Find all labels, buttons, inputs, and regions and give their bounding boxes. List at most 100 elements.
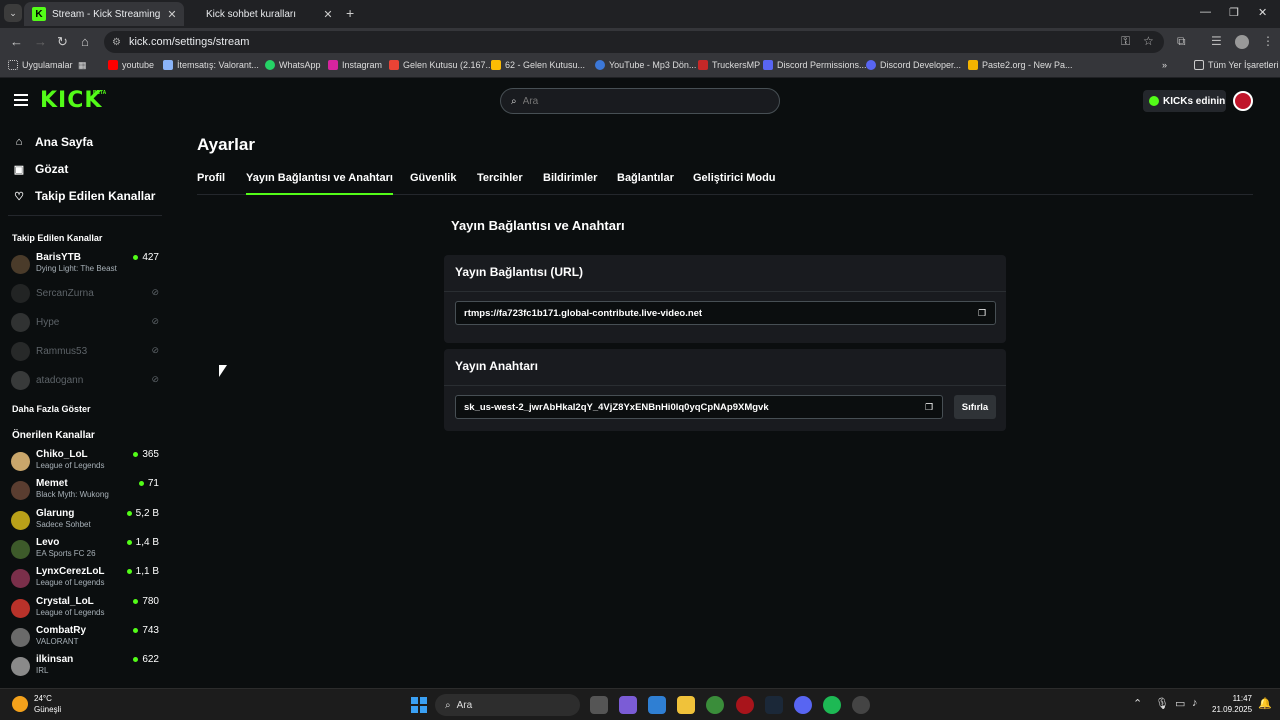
- opera-icon[interactable]: [736, 696, 754, 714]
- viewer-count: 743: [133, 625, 159, 636]
- taskbar-search[interactable]: ⌕ Ara: [435, 694, 580, 716]
- channel-item-levo[interactable]: Levo EA Sports FC 26 1,4 B: [11, 537, 161, 565]
- stream-url-field[interactable]: ❐: [455, 301, 996, 325]
- bookmark-instagram[interactable]: Instagram: [328, 60, 382, 70]
- channel-item-hype[interactable]: Hype ⊘: [11, 310, 161, 338]
- bookmark-whatsapp[interactable]: WhatsApp: [265, 60, 321, 70]
- recommended-channels-title: Önerilen Kanallar: [12, 430, 95, 441]
- live-dot-icon: [133, 657, 139, 662]
- tab-kick-stream[interactable]: K Stream - Kick Streaming ✕: [24, 2, 184, 26]
- weather-widget[interactable]: 24°C Güneşli: [12, 693, 61, 715]
- task-view-icon[interactable]: [590, 696, 608, 714]
- volume-icon[interactable]: ♪: [1192, 697, 1198, 709]
- network-icon[interactable]: ▭: [1175, 697, 1185, 710]
- notification-icon[interactable]: 🔔: [1258, 697, 1272, 710]
- password-key-icon[interactable]: ⚿: [1121, 34, 1130, 49]
- browser-menu-icon[interactable]: ⋮: [1262, 34, 1274, 48]
- menu-icon[interactable]: [14, 94, 28, 106]
- forward-icon[interactable]: →: [34, 34, 47, 49]
- bookmark-itemsatis[interactable]: İtemsatış: Valorant...: [163, 60, 259, 70]
- channel-item-chiko-lol[interactable]: Chiko_LoL League of Legends 365: [11, 449, 161, 477]
- avatar: [11, 511, 30, 530]
- stream-url-input[interactable]: [456, 307, 973, 319]
- steam-icon[interactable]: [765, 696, 783, 714]
- stream-key-input[interactable]: [456, 401, 920, 413]
- tab-kick-chat-rules[interactable]: Kick sohbet kuralları ✕: [190, 2, 340, 26]
- bookmark-grid-icon[interactable]: ▦: [78, 60, 87, 71]
- back-icon[interactable]: ←: [10, 34, 23, 49]
- bookmark-discord-permissions[interactable]: Discord Permissions...: [763, 60, 867, 70]
- user-avatar[interactable]: [1233, 91, 1253, 111]
- close-tab-icon[interactable]: ✕: [320, 8, 336, 21]
- bookmark-truckersmp[interactable]: TruckersMP: [698, 60, 760, 70]
- bookmark-yt-mp3[interactable]: YouTube - Mp3 Dön...: [595, 60, 696, 70]
- address-bar[interactable]: ⚙ kick.com/settings/stream: [104, 31, 1164, 53]
- bookmark-youtube[interactable]: youtube: [108, 60, 154, 70]
- show-more-link[interactable]: Daha Fazla Göster: [12, 404, 91, 414]
- reset-key-button[interactable]: Sıfırla: [954, 395, 996, 419]
- minimize-icon[interactable]: —: [1200, 6, 1211, 18]
- reading-list-icon[interactable]: ☰: [1211, 34, 1222, 48]
- tab-security[interactable]: Güvenlik: [410, 172, 456, 184]
- file-explorer-icon[interactable]: [677, 696, 695, 714]
- bookmark-gmail[interactable]: Gelen Kutusu (2.167...: [389, 60, 493, 70]
- bookmarks-overflow-icon[interactable]: »: [1162, 60, 1167, 70]
- discord-icon[interactable]: [794, 696, 812, 714]
- channel-item-barisytb[interactable]: BarisYTB Dying Light: The Beast 427: [11, 252, 161, 280]
- tab-profile[interactable]: Profil: [197, 172, 225, 184]
- copy-icon[interactable]: ❐: [973, 308, 991, 319]
- extensions-icon[interactable]: ⧉: [1177, 34, 1186, 49]
- app-icon[interactable]: [852, 696, 870, 714]
- tab-developer-mode[interactable]: Geliştirici Modu: [693, 172, 776, 184]
- clock[interactable]: 11:47 21.09.2025: [1212, 693, 1252, 715]
- store-icon[interactable]: [648, 696, 666, 714]
- close-window-icon[interactable]: ✕: [1258, 6, 1267, 19]
- microphone-icon[interactable]: 🎙: [1155, 697, 1169, 710]
- stream-key-card: Yayın Anahtarı ❐ Sıfırla: [444, 349, 1006, 431]
- site-info-icon[interactable]: ⚙: [112, 37, 121, 48]
- tab-preferences[interactable]: Tercihler: [477, 172, 523, 184]
- sidebar-item-browse[interactable]: ▣ Gözat: [12, 162, 69, 176]
- truckersmp-icon: [698, 60, 708, 70]
- windows-start-icon[interactable]: [411, 697, 427, 713]
- tray-overflow-icon[interactable]: ⌃: [1133, 697, 1142, 710]
- sidebar: ⌂ Ana Sayfa ▣ Gözat ♡ Takip Edilen Kanal…: [0, 123, 170, 688]
- channel-item-ilkinsan[interactable]: ilkinsan IRL 622: [11, 654, 161, 682]
- bookmark-star-icon[interactable]: ☆: [1143, 34, 1154, 48]
- sidebar-item-following[interactable]: ♡ Takip Edilen Kanallar: [12, 189, 155, 203]
- sidebar-item-home[interactable]: ⌂ Ana Sayfa: [12, 135, 93, 149]
- bookmark-mail[interactable]: 62 - Gelen Kutusu...: [491, 60, 585, 70]
- tab-connections[interactable]: Bağlantılar: [617, 172, 674, 184]
- channel-item-lynxcerezlol[interactable]: LynxCerezLoL League of Legends 1,1 B: [11, 566, 161, 594]
- chrome-icon[interactable]: [706, 696, 724, 714]
- new-tab-icon[interactable]: +: [346, 5, 354, 21]
- copy-icon[interactable]: ❐: [920, 402, 938, 413]
- channel-category: League of Legends: [36, 608, 105, 617]
- search-input[interactable]: [522, 95, 743, 107]
- bookmark-apps[interactable]: Uygulamalar: [8, 60, 73, 70]
- tab-stream-key[interactable]: Yayın Bağlantısı ve Anahtarı: [246, 172, 393, 195]
- channel-item-crystal-lol[interactable]: Crystal_LoL League of Legends 780: [11, 596, 161, 624]
- channel-item-combatry[interactable]: CombatRy VALORANT 743: [11, 625, 161, 653]
- search-icon: ⌕: [511, 95, 517, 107]
- search-box[interactable]: ⌕: [500, 88, 780, 114]
- channel-item-rammus53[interactable]: Rammus53 ⊘: [11, 339, 161, 367]
- reload-icon[interactable]: ↻: [57, 34, 68, 50]
- copilot-icon[interactable]: [619, 696, 637, 714]
- channel-item-memet[interactable]: Memet Black Myth: Wukong 71: [11, 478, 161, 506]
- home-browser-icon[interactable]: ⌂: [81, 34, 89, 49]
- get-kicks-button[interactable]: KICKs edinin: [1143, 90, 1226, 112]
- tab-search-button[interactable]: ⌄: [4, 4, 22, 22]
- restore-icon[interactable]: ❐: [1229, 6, 1239, 19]
- all-bookmarks-folder[interactable]: Tüm Yer İşaretleri: [1194, 60, 1279, 70]
- profile-avatar-icon[interactable]: [1235, 35, 1249, 49]
- channel-item-sercanzurna[interactable]: SercanZurna ⊘: [11, 281, 161, 309]
- bookmark-paste2[interactable]: Paste2.org - New Pa...: [968, 60, 1073, 70]
- close-tab-icon[interactable]: ✕: [164, 8, 180, 21]
- stream-key-field[interactable]: ❐: [455, 395, 943, 419]
- spotify-icon[interactable]: [823, 696, 841, 714]
- bookmark-discord-developer[interactable]: Discord Developer...: [866, 60, 961, 70]
- tab-notifications[interactable]: Bildirimler: [543, 172, 597, 184]
- channel-item-glarung[interactable]: Glarung Sadece Sohbet 5,2 B: [11, 508, 161, 536]
- channel-item-atadogann[interactable]: atadogann ⊘: [11, 368, 161, 396]
